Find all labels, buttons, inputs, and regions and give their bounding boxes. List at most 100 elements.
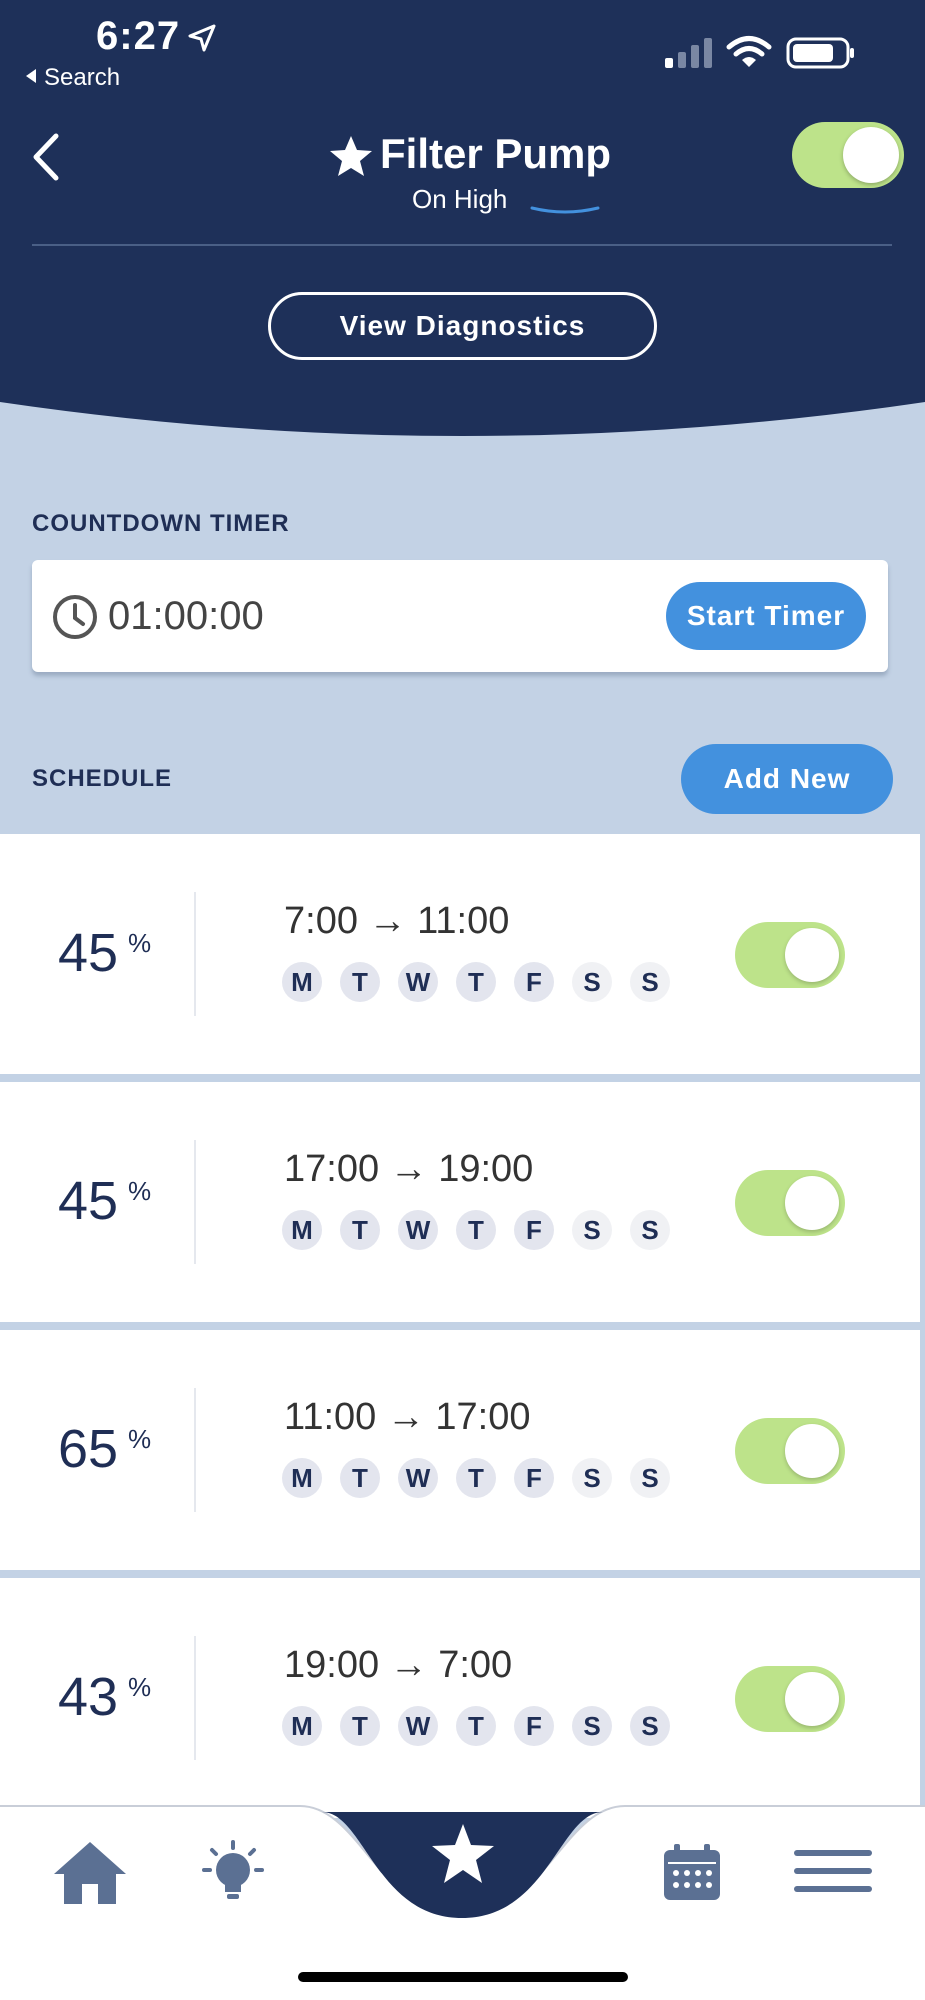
schedule-row[interactable]: 45 % 17:00 → 19:00 MTWTFSS — [0, 1082, 920, 1322]
schedule-row[interactable]: 45 % 7:00 → 11:00 MTWTFSS — [0, 834, 920, 1074]
day-chip: S — [630, 962, 670, 1002]
star-icon[interactable] — [430, 1822, 496, 1886]
end-time: 17:00 — [435, 1396, 531, 1438]
status-underline — [530, 206, 600, 214]
day-chip: T — [456, 1706, 496, 1746]
arrow-icon: → — [389, 1148, 428, 1190]
power-toggle-knob — [843, 127, 899, 183]
schedule-days: MTWTFSS — [282, 1210, 670, 1250]
start-time: 11:00 — [284, 1396, 377, 1438]
view-diagnostics-button[interactable]: View Diagnostics — [268, 292, 657, 360]
schedule-toggle[interactable] — [735, 1170, 845, 1236]
wifi-icon — [726, 36, 772, 67]
end-time: 7:00 — [438, 1644, 513, 1686]
battery-icon — [786, 37, 854, 69]
day-chip: W — [398, 962, 438, 1002]
tab-bar — [0, 1800, 925, 2000]
day-chip: M — [282, 1210, 322, 1250]
schedule-toggle[interactable] — [735, 922, 845, 988]
title-block: Filter Pump On High — [300, 128, 625, 228]
row-divider — [194, 1140, 196, 1264]
schedule-percent: 45 — [58, 923, 119, 983]
arrow-icon: → — [368, 900, 407, 942]
percent-sign: % — [128, 1176, 152, 1206]
schedule-days: MTWTFSS — [282, 962, 670, 1002]
day-chip: S — [572, 1458, 612, 1498]
schedule-time-range: 17:00 → 19:00 — [284, 1148, 533, 1191]
day-chip: W — [398, 1458, 438, 1498]
day-chip: F — [514, 1706, 554, 1746]
day-chip: F — [514, 962, 554, 1002]
schedule-time-range: 7:00 → 11:00 — [284, 900, 509, 943]
day-chip: S — [630, 1458, 670, 1498]
start-time: 17:00 — [284, 1148, 380, 1190]
schedule-percent: 45 — [58, 1171, 119, 1231]
schedule-toggle[interactable] — [735, 1418, 845, 1484]
day-chip: T — [340, 1706, 380, 1746]
day-chip: T — [456, 1458, 496, 1498]
page-subtitle: On High — [412, 184, 508, 214]
day-chip: S — [572, 1210, 612, 1250]
day-chip: F — [514, 1210, 554, 1250]
cellular-signal-icon — [665, 38, 712, 68]
favorite-star-icon[interactable] — [328, 134, 374, 178]
schedule-toggle[interactable] — [735, 1666, 845, 1732]
percent-sign: % — [128, 928, 152, 958]
status-bar: 6:27 Search — [0, 0, 925, 100]
day-chip: M — [282, 1706, 322, 1746]
clock-icon — [53, 595, 97, 639]
schedule-toggle-knob — [785, 928, 839, 982]
start-time: 7:00 — [284, 900, 358, 942]
back-chevron-icon[interactable] — [28, 130, 64, 184]
location-arrow-icon — [188, 24, 216, 52]
end-time: 19:00 — [438, 1148, 534, 1190]
day-chip: T — [456, 1210, 496, 1250]
day-chip: S — [572, 962, 612, 1002]
schedule-days: MTWTFSS — [282, 1706, 670, 1746]
header: 6:27 Search Filter Pump On High View Dia… — [0, 0, 925, 440]
back-app-label: Search — [44, 64, 121, 91]
schedule-percent: 65 — [58, 1419, 119, 1479]
schedule-toggle-knob — [785, 1176, 839, 1230]
schedule-row[interactable]: 43 % 19:00 → 7:00 MTWTFSS — [0, 1578, 920, 1818]
page-title: Filter Pump — [380, 130, 612, 177]
back-to-app-link[interactable]: Search — [26, 64, 120, 92]
schedule-percent: 43 — [58, 1667, 119, 1727]
row-divider — [194, 892, 196, 1016]
schedule-days: MTWTFSS — [282, 1458, 670, 1498]
percent-sign: % — [128, 1424, 152, 1454]
timer-value[interactable]: 01:00:00 — [108, 594, 264, 639]
day-chip: M — [282, 962, 322, 1002]
day-chip: W — [398, 1706, 438, 1746]
home-indicator — [298, 1972, 628, 1982]
start-timer-button[interactable]: Start Timer — [666, 582, 866, 650]
add-schedule-button[interactable]: Add New — [681, 744, 893, 814]
lightbulb-icon[interactable] — [200, 1840, 266, 1908]
calendar-icon[interactable] — [662, 1842, 722, 1902]
countdown-label: COUNTDOWN TIMER — [32, 510, 290, 537]
schedule-toggle-knob — [785, 1424, 839, 1478]
countdown-card: 01:00:00 Start Timer — [32, 560, 888, 672]
back-triangle-icon — [26, 69, 36, 83]
schedule-time-range: 11:00 → 17:00 — [284, 1396, 531, 1439]
power-toggle[interactable] — [792, 122, 904, 188]
day-chip: F — [514, 1458, 554, 1498]
day-chip: S — [630, 1706, 670, 1746]
percent-sign: % — [128, 1672, 152, 1702]
row-divider — [194, 1636, 196, 1760]
home-icon[interactable] — [52, 1840, 128, 1906]
start-time: 19:00 — [284, 1644, 380, 1686]
schedule-label: SCHEDULE — [32, 765, 173, 792]
status-time: 6:27 — [96, 14, 181, 58]
row-divider — [194, 1388, 196, 1512]
end-time: 11:00 — [417, 900, 510, 942]
schedule-row[interactable]: 65 % 11:00 → 17:00 MTWTFSS — [0, 1330, 920, 1570]
schedule-toggle-knob — [785, 1672, 839, 1726]
day-chip: M — [282, 1458, 322, 1498]
arrow-icon: → — [389, 1644, 428, 1686]
day-chip: S — [572, 1706, 612, 1746]
menu-icon[interactable] — [794, 1850, 872, 1892]
header-divider — [32, 244, 892, 246]
day-chip: T — [340, 962, 380, 1002]
arrow-icon: → — [386, 1396, 425, 1438]
